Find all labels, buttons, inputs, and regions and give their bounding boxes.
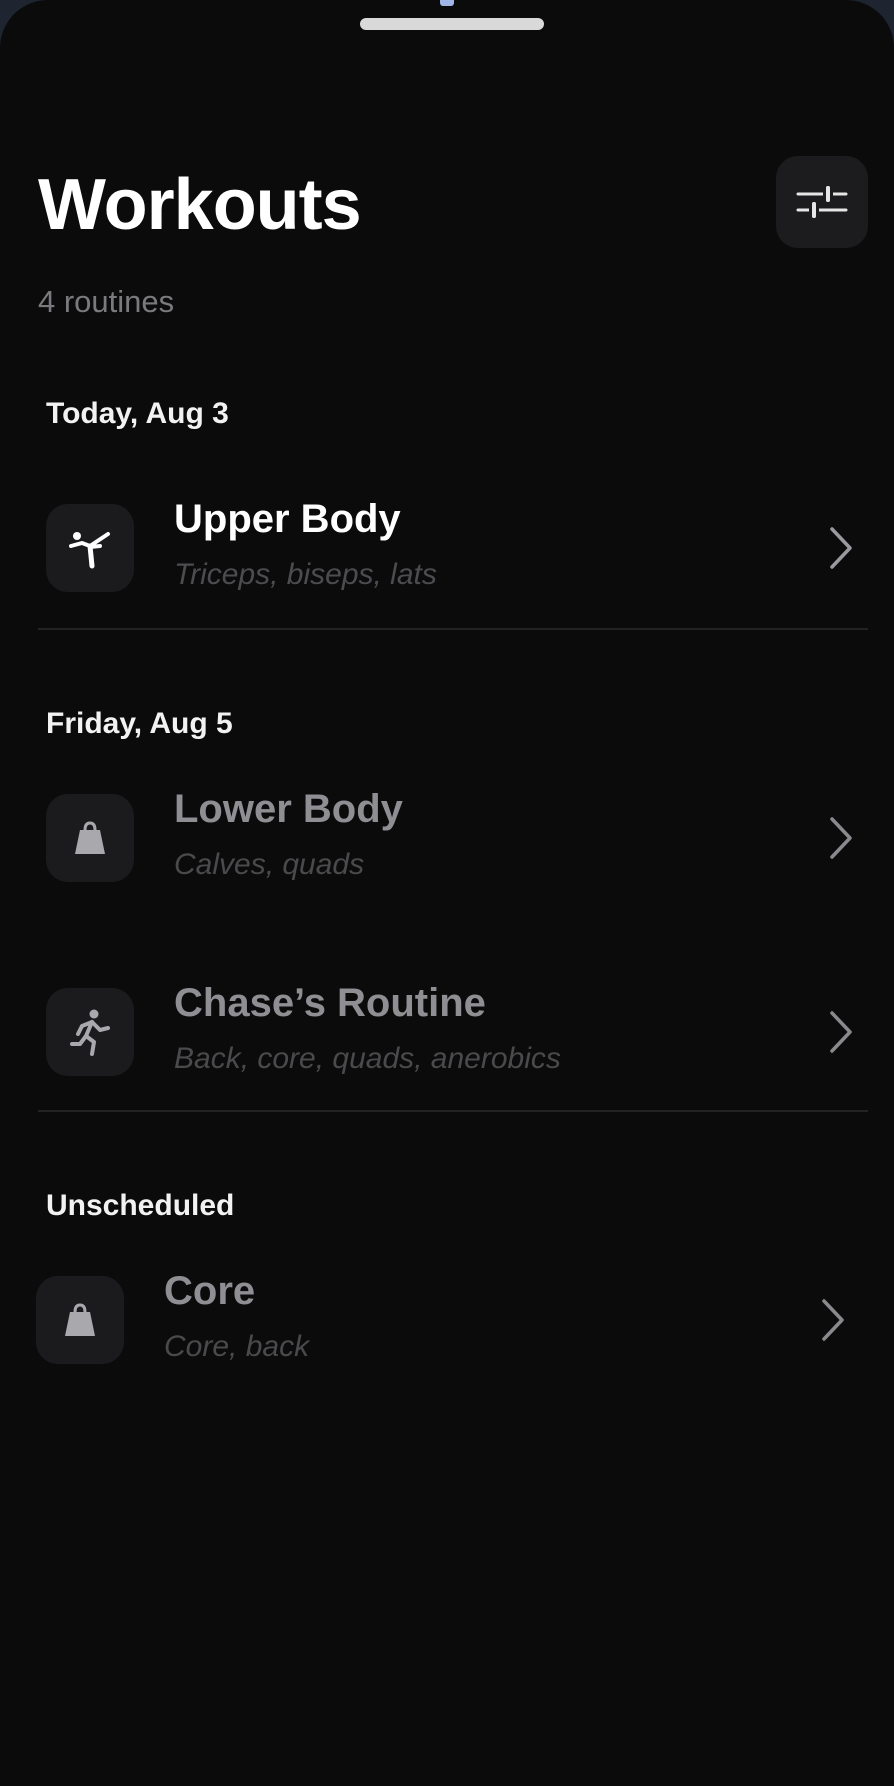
section-divider	[38, 1110, 868, 1112]
chevron-right-icon	[826, 522, 856, 574]
routine-muscles: Back, core, quads, anerobics	[174, 1042, 561, 1075]
routine-count: 4 routines	[38, 284, 175, 319]
martial-arts-icon	[69, 532, 110, 569]
weight-icon	[65, 1303, 95, 1336]
workouts-screen: Workouts 4 routines Today, Aug 3 Upper B…	[0, 0, 894, 1786]
routine-icon-tile	[46, 504, 134, 592]
routine-title: Upper Body	[174, 497, 401, 541]
routine-muscles: Calves, quads	[174, 848, 365, 881]
top-accent	[440, 0, 454, 6]
section-label-unscheduled: Unscheduled	[46, 1189, 235, 1222]
routine-row-chases-routine[interactable]: Chase’s Routine Back, core, quads, anero…	[0, 978, 894, 1098]
section-label-friday: Friday, Aug 5	[46, 707, 233, 740]
weight-icon	[75, 821, 105, 854]
chevron-right-icon	[818, 1294, 848, 1346]
section-label-today: Today, Aug 3	[46, 397, 229, 430]
filter-button[interactable]	[776, 156, 868, 248]
routine-title: Chase’s Routine	[174, 981, 486, 1025]
routine-row-upper-body[interactable]: Upper Body Triceps, biseps, lats	[0, 494, 894, 614]
running-icon	[70, 1009, 110, 1056]
routine-title: Core	[164, 1269, 256, 1313]
routine-muscles: Triceps, biseps, lats	[174, 558, 437, 591]
routine-row-core[interactable]: Core Core, back	[0, 1266, 894, 1386]
routine-muscles: Core, back	[164, 1330, 310, 1363]
routine-icon-tile	[36, 1276, 124, 1364]
routine-icon-tile	[46, 988, 134, 1076]
sheet-grabber[interactable]	[360, 18, 544, 30]
sliders-icon	[796, 186, 848, 218]
routine-icon-tile	[46, 794, 134, 882]
page-title: Workouts	[38, 165, 362, 245]
routine-row-lower-body[interactable]: Lower Body Calves, quads	[0, 784, 894, 904]
chevron-right-icon	[826, 812, 856, 864]
section-divider	[38, 628, 868, 630]
chevron-right-icon	[826, 1006, 856, 1058]
routine-title: Lower Body	[174, 787, 403, 831]
